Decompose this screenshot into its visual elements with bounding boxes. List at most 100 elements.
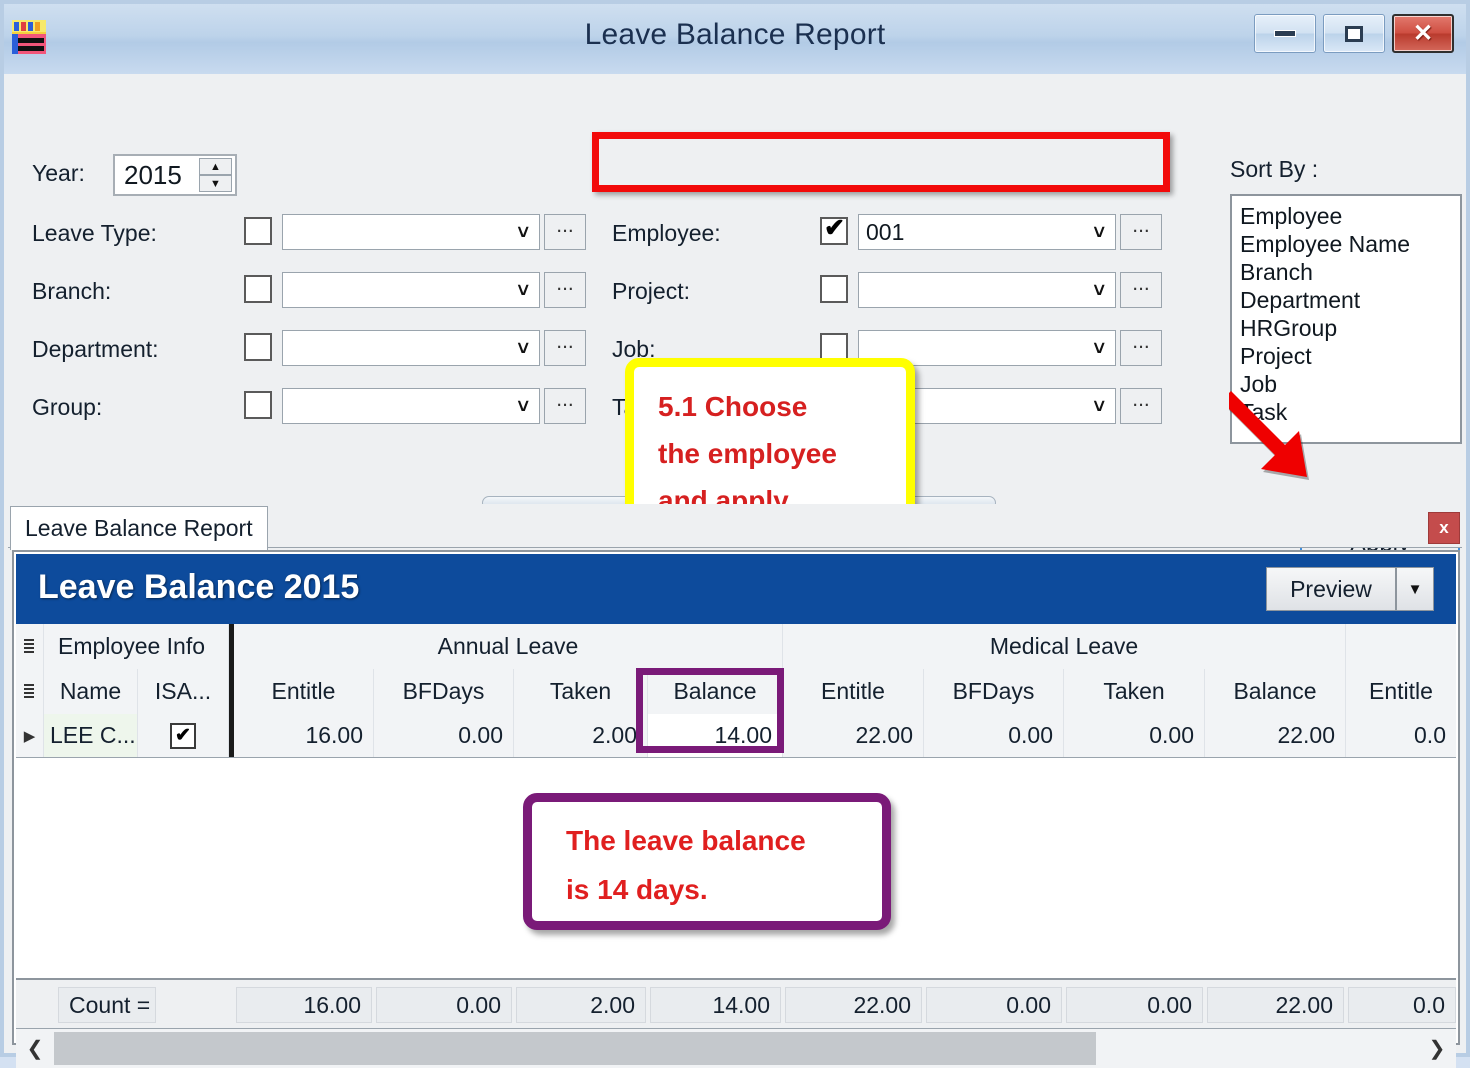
column-header-name[interactable]: Name <box>44 669 138 714</box>
year-stepper[interactable]: 2015 ▲ ▼ <box>113 154 237 196</box>
column-header-annual-taken[interactable]: Taken <box>514 669 648 714</box>
leave-type-browse-button[interactable]: ... <box>544 214 586 250</box>
department-browse-button[interactable]: ... <box>544 330 586 366</box>
leave-type-checkbox[interactable] <box>244 217 272 245</box>
employee-combo[interactable]: 001 ˅ <box>858 214 1116 250</box>
preview-button[interactable]: Preview <box>1266 567 1396 611</box>
cell-annual-bfdays: 0.00 <box>374 714 514 757</box>
cell-annual-taken: 2.00 <box>514 714 648 757</box>
sort-option-employee[interactable]: Employee <box>1240 202 1460 230</box>
group-checkbox[interactable] <box>244 391 272 419</box>
title-bar: Leave Balance Report ✕ <box>4 4 1466 74</box>
cell-annual-balance: 14.00 <box>648 714 783 757</box>
employee-browse-button[interactable]: ... <box>1120 214 1162 250</box>
year-label: Year: <box>32 160 85 187</box>
department-label: Department: <box>32 336 159 363</box>
job-checkbox[interactable] <box>820 333 848 361</box>
close-icon: ✕ <box>1413 22 1433 46</box>
scrollbar-thumb[interactable] <box>54 1032 1096 1065</box>
column-header-medical-entitle[interactable]: Entitle <box>783 669 924 714</box>
group-header-medical-leave: Medical Leave <box>783 624 1346 669</box>
minimize-icon <box>1274 30 1296 37</box>
group-label: Group: <box>32 394 102 421</box>
task-browse-button[interactable]: ... <box>1120 388 1162 424</box>
footer-annual-balance: 14.00 <box>650 987 781 1023</box>
sort-option-department[interactable]: Department <box>1240 286 1460 314</box>
cell-medical-bfdays: 0.00 <box>924 714 1064 757</box>
preview-dropdown-button[interactable]: ▼ <box>1396 567 1434 611</box>
branch-label: Branch: <box>32 278 111 305</box>
preview-button-label: Preview <box>1290 576 1372 603</box>
chevron-down-icon: ˅ <box>1093 222 1105 245</box>
horizontal-scrollbar[interactable]: ❮ ❯ <box>16 1028 1456 1068</box>
scroll-right-icon[interactable]: ❯ <box>1420 1031 1454 1065</box>
column-header-annual-bfdays[interactable]: BFDays <box>374 669 514 714</box>
chevron-down-icon: ˅ <box>1093 280 1105 303</box>
sort-option-branch[interactable]: Branch <box>1240 258 1460 286</box>
leave-type-combo[interactable]: ˅ <box>282 214 540 250</box>
column-header-medical-taken[interactable]: Taken <box>1064 669 1205 714</box>
window-controls: ✕ <box>1254 14 1454 53</box>
red-arrow-annotation <box>1229 389 1349 494</box>
project-combo[interactable]: ˅ <box>858 272 1116 308</box>
footer-spacer <box>156 987 230 1023</box>
chevron-down-icon: ˅ <box>517 280 529 303</box>
year-increment-button[interactable]: ▲ <box>199 158 232 175</box>
branch-checkbox[interactable] <box>244 275 272 303</box>
close-button[interactable]: ✕ <box>1392 14 1454 53</box>
tab-label: Leave Balance Report <box>25 515 253 542</box>
column-header-medical-balance[interactable]: Balance <box>1205 669 1346 714</box>
chevron-down-icon: ˅ <box>1093 396 1105 419</box>
chevron-down-icon: ˅ <box>517 338 529 361</box>
close-icon: x <box>1439 518 1448 538</box>
cell-annual-entitle: 16.00 <box>234 714 374 757</box>
cell-medical-balance: 22.00 <box>1205 714 1346 757</box>
minimize-button[interactable] <box>1254 14 1316 53</box>
chevron-down-icon: ˅ <box>1093 338 1105 361</box>
sort-option-hrgroup[interactable]: HRGroup <box>1240 314 1460 342</box>
scroll-left-icon[interactable]: ❮ <box>18 1031 52 1065</box>
grid-row-handle-icon <box>16 624 44 669</box>
footer-count-label: Count = <box>58 987 156 1023</box>
report-header-bar: Leave Balance 2015 Preview ▼ <box>16 554 1456 624</box>
cell-employee-name: LEE C... <box>44 714 138 757</box>
column-header-next-entitle[interactable]: Entitle <box>1346 669 1456 714</box>
branch-browse-button[interactable]: ... <box>544 272 586 308</box>
column-header-isa[interactable]: ISA... <box>138 669 229 714</box>
cell-isa-checkbox[interactable]: ✔ <box>138 714 229 757</box>
employee-checkbox[interactable] <box>820 217 848 245</box>
checkbox-checked-icon: ✔ <box>170 723 196 749</box>
grid-row-handle-icon <box>16 669 44 714</box>
column-header-annual-balance[interactable]: Balance <box>648 669 783 714</box>
footer-next-entitle: 0.0 <box>1348 987 1456 1023</box>
leave-type-label: Leave Type: <box>32 220 157 247</box>
project-checkbox[interactable] <box>820 275 848 303</box>
sort-option-employee-name[interactable]: Employee Name <box>1240 230 1460 258</box>
tab-leave-balance-report[interactable]: Leave Balance Report <box>10 506 268 550</box>
maximize-button[interactable] <box>1323 14 1385 53</box>
employee-value: 001 <box>866 219 904 246</box>
project-browse-button[interactable]: ... <box>1120 272 1162 308</box>
department-combo[interactable]: ˅ <box>282 330 540 366</box>
tab-close-button[interactable]: x <box>1428 512 1460 544</box>
balance-callout-line-2: is 14 days. <box>566 865 882 914</box>
cell-medical-entitle: 22.00 <box>783 714 924 757</box>
group-combo[interactable]: ˅ <box>282 388 540 424</box>
column-header-medical-bfdays[interactable]: BFDays <box>924 669 1064 714</box>
column-header-annual-entitle[interactable]: Entitle <box>234 669 374 714</box>
balance-callout-line-1: The leave balance <box>566 816 882 865</box>
branch-combo[interactable]: ˅ <box>282 272 540 308</box>
row-selector-icon: ▶ <box>16 714 44 757</box>
window-title: Leave Balance Report <box>4 18 1466 52</box>
footer-annual-taken: 2.00 <box>516 987 646 1023</box>
chevron-down-icon: ˅ <box>517 396 529 419</box>
job-browse-button[interactable]: ... <box>1120 330 1162 366</box>
group-browse-button[interactable]: ... <box>544 388 586 424</box>
footer-medical-bfdays: 0.00 <box>926 987 1062 1023</box>
department-checkbox[interactable] <box>244 333 272 361</box>
maximize-icon <box>1345 26 1363 42</box>
year-decrement-button[interactable]: ▼ <box>199 175 232 192</box>
group-header-employee-info: Employee Info <box>44 624 229 669</box>
year-value: 2015 <box>124 160 182 191</box>
sort-option-project[interactable]: Project <box>1240 342 1460 370</box>
